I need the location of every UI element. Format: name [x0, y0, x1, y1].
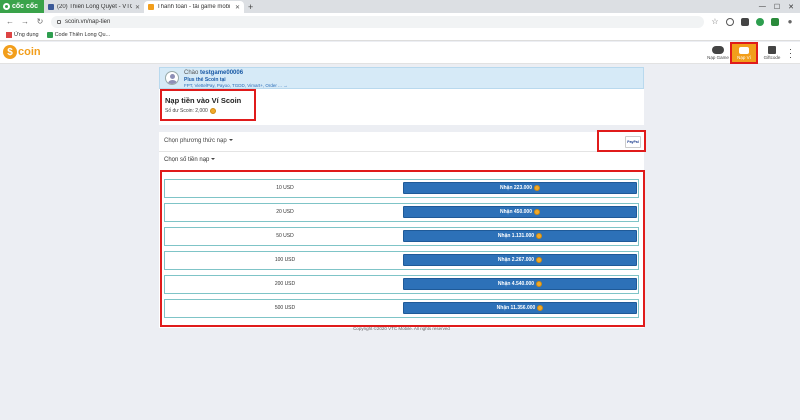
coccoc-logo-icon — [3, 3, 10, 10]
nav-label: Nạp Game — [707, 55, 729, 60]
apps-grid-icon — [6, 32, 12, 38]
back-icon[interactable]: ← — [6, 17, 14, 26]
tab-title: Thanh toán - tải game mobi — [157, 4, 231, 10]
nav-nap-vi[interactable]: Nạp Ví — [730, 42, 758, 64]
nav-nap-game[interactable]: Nạp Game — [705, 42, 731, 64]
shield-extension-icon[interactable] — [726, 17, 734, 26]
payment-method-row: Chọn phương thức nạp PayPal — [159, 132, 644, 152]
caret-down-icon — [228, 139, 233, 142]
url-text: scoin.vn/nap-tien — [65, 18, 111, 25]
site-header: $ coin Nạp Game Nạp Ví Giftcode · · · — [0, 42, 800, 64]
profile-card: Chào testgame00006 Plus thẻ Scoin tại FP… — [159, 67, 644, 89]
tab-facebook[interactable]: (20) Thiên Long Quyết - VTC ✕ — [44, 1, 144, 13]
dropdown-label: Chọn phương thức nạp — [164, 138, 227, 144]
maximize-icon[interactable]: ☐ — [774, 3, 780, 11]
greeting-word: Chào — [184, 70, 199, 76]
highlight-paypal — [597, 130, 646, 152]
tab-title: (20) Thiên Long Quyết - VTC — [57, 4, 132, 10]
browser-address-bar: ← → ↻ scoin.vn/nap-tien ☆ ● — [0, 13, 800, 30]
avatar — [165, 71, 179, 85]
close-window-icon[interactable]: ✕ — [788, 3, 794, 11]
payment-method-dropdown[interactable]: Chọn phương thức nạp — [164, 138, 233, 144]
nav-giftcode[interactable]: Giftcode — [760, 42, 784, 64]
gift-icon — [768, 46, 776, 54]
username: testgame00006 — [200, 70, 244, 76]
copyright: Copyright ©2020 VTC Mobile. All rights r… — [353, 326, 450, 331]
wallet-icon — [739, 46, 749, 54]
greeting: Chào testgame00006 — [184, 70, 243, 76]
forward-icon[interactable]: → — [21, 17, 29, 26]
highlight-wallet-title — [160, 89, 256, 121]
bookmark-label: Code Thiên Long Qu... — [54, 32, 111, 38]
logo-text: coin — [18, 46, 41, 58]
topup-methods-link[interactable]: FPT, ViettelPay, Payoo, TGDD, Vimart+, O… — [184, 83, 288, 88]
close-icon[interactable]: ✕ — [135, 4, 140, 11]
caret-down-icon — [211, 158, 216, 161]
scoin-favicon-icon — [148, 4, 154, 10]
gamepad-icon — [712, 46, 724, 54]
dropdown-label: Chọn số tiền nạp — [164, 157, 210, 163]
url-field[interactable]: scoin.vn/nap-tien — [51, 15, 704, 28]
bookmarks-bar: Ứng dụng Code Thiên Long Qu... — [0, 30, 800, 41]
window-controls: — ☐ ✕ — [759, 0, 800, 13]
green-extension-icon[interactable] — [756, 17, 764, 26]
highlight-package-list — [160, 170, 645, 327]
browser-profile-icon[interactable]: ● — [786, 17, 794, 26]
minimize-icon[interactable]: — — [759, 3, 766, 10]
scoin-logo[interactable]: $ coin — [3, 45, 41, 59]
nav-label: Giftcode — [763, 55, 781, 60]
more-menu-icon[interactable]: · · · — [789, 45, 792, 62]
close-icon[interactable]: ✕ — [235, 4, 240, 11]
facebook-icon — [48, 4, 54, 10]
amount-dropdown[interactable]: Chọn số tiền nạp — [164, 157, 216, 163]
scoin-coin-icon: $ — [3, 45, 17, 59]
tab-scoin[interactable]: Thanh toán - tải game mobi ✕ — [144, 1, 244, 13]
reload-icon[interactable]: ↻ — [36, 17, 44, 26]
lock-icon — [57, 19, 61, 24]
nav-label: Nạp Ví — [737, 54, 751, 60]
bookmark-code-thien-long[interactable]: Code Thiên Long Qu... — [46, 32, 111, 38]
bookmark-label: Ứng dụng — [14, 32, 39, 38]
browser-brand: cốc cốc — [12, 3, 39, 10]
new-tab-button[interactable]: + — [244, 1, 257, 13]
amount-row: Chọn số tiền nạp — [159, 152, 644, 170]
bookmark-favicon-icon — [46, 32, 53, 38]
bookmark-apps[interactable]: Ứng dụng — [6, 32, 39, 38]
star-icon[interactable]: ☆ — [711, 17, 719, 26]
browser-tab-bar: cốc cốc (20) Thiên Long Quyết - VTC ✕ Th… — [0, 0, 800, 13]
puzzle-extension-icon[interactable] — [771, 17, 779, 26]
browser-menu-button[interactable]: cốc cốc — [0, 0, 44, 13]
download-icon[interactable] — [741, 17, 749, 26]
